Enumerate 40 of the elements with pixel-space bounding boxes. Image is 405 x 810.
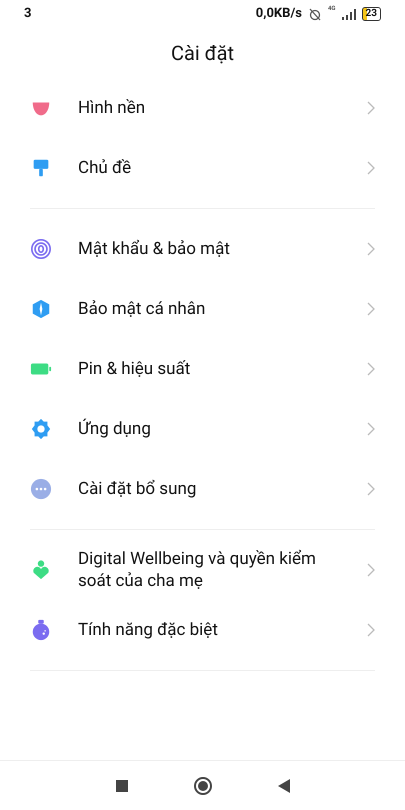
chevron-right-icon	[367, 482, 375, 496]
chevron-right-icon	[367, 623, 375, 637]
chevron-right-icon	[367, 422, 375, 436]
item-label: Hình nền	[78, 97, 146, 119]
settings-item[interactable]: Bảo mật cá nhân	[0, 279, 405, 339]
signal-icon	[342, 8, 356, 20]
chevron-right-icon	[367, 161, 375, 175]
item-label: Mật khẩu & bảo mật	[78, 238, 231, 260]
item-label: Bảo mật cá nhân	[78, 298, 206, 320]
home-button[interactable]	[194, 776, 212, 794]
settings-item[interactable]: Cài đặt bổ sung	[0, 459, 405, 519]
chevron-right-icon	[367, 563, 375, 577]
settings-item[interactable]: Chủ đề	[0, 138, 405, 198]
network-speed: 0,0KB/s	[256, 5, 302, 24]
shield-icon	[30, 298, 52, 320]
settings-item[interactable]: Pin & hiệu suất	[0, 339, 405, 399]
chevron-right-icon	[367, 362, 375, 376]
item-label: Ứng dụng	[78, 418, 152, 440]
settings-item[interactable]: Digital Wellbeing và quyền kiểm soát của cha mẹ	[0, 540, 405, 600]
settings-item[interactable]: Ứng dụng	[0, 399, 405, 459]
item-label: Pin & hiệu suất	[78, 358, 192, 380]
status-time: 3	[24, 5, 32, 24]
chevron-right-icon	[367, 302, 375, 316]
settings-item[interactable]: Tính năng đặc biệt	[0, 600, 405, 660]
more-icon	[30, 478, 52, 500]
settings-item[interactable]: Mật khẩu & bảo mật	[0, 219, 405, 279]
back-icon[interactable]	[278, 778, 290, 792]
flask-icon	[30, 619, 52, 641]
item-label: Cài đặt bổ sung	[78, 478, 198, 500]
chevron-right-icon	[367, 101, 375, 115]
recents-button[interactable]	[116, 780, 128, 792]
alarm-off-icon	[308, 7, 322, 21]
settings-item[interactable]: Hình nền	[0, 78, 405, 138]
item-label: Digital Wellbeing và quyền kiểm soát của cha mẹ	[78, 548, 317, 592]
item-label: Chủ đề	[78, 157, 132, 179]
chevron-right-icon	[367, 242, 375, 256]
settings-icon	[30, 418, 52, 440]
fingerprint-icon	[30, 238, 52, 260]
page-title: Cài đặt	[170, 40, 234, 67]
item-label: Tính năng đặc biệt	[78, 619, 219, 641]
